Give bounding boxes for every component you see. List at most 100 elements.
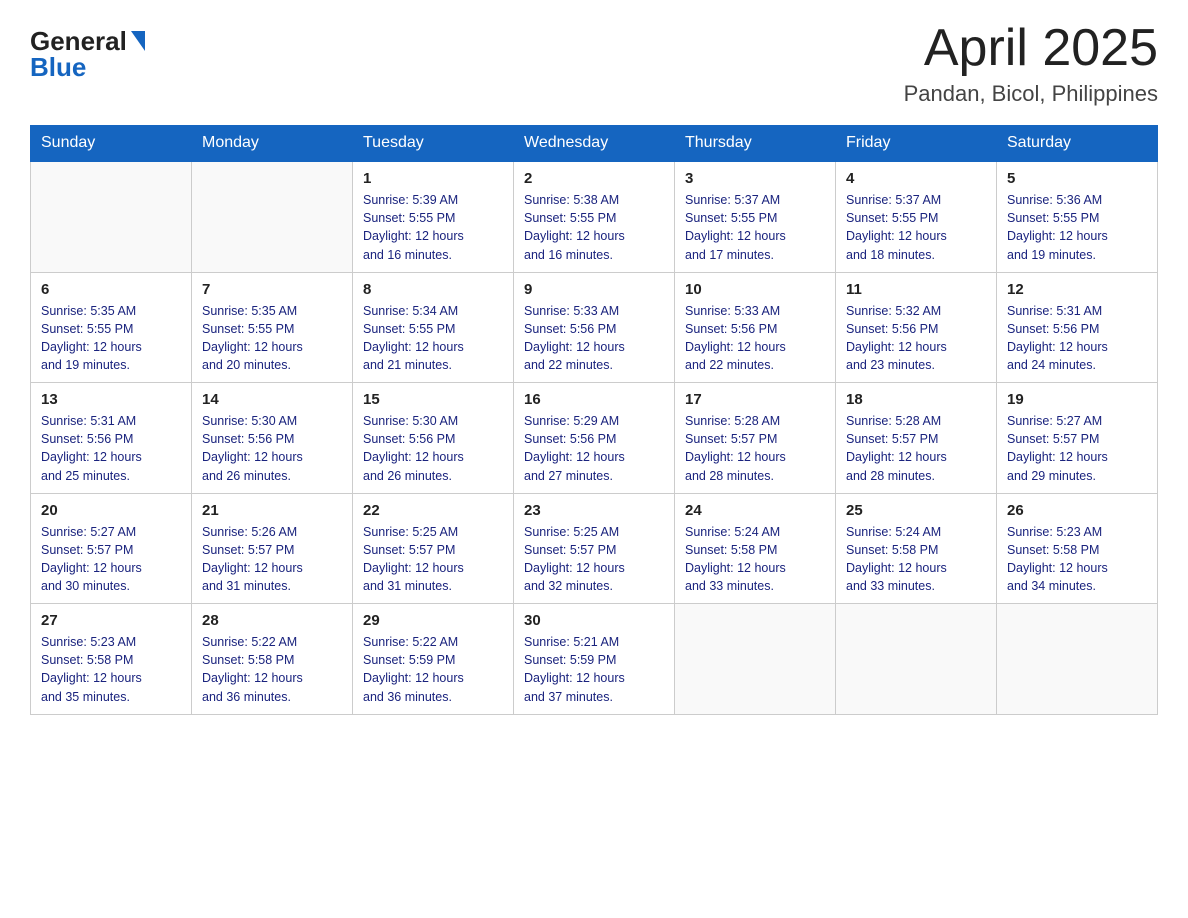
day-info: Sunrise: 5:27 AM Sunset: 5:57 PM Dayligh…: [41, 525, 142, 593]
calendar-cell: 1Sunrise: 5:39 AM Sunset: 5:55 PM Daylig…: [353, 161, 514, 272]
day-number: 16: [524, 391, 664, 408]
day-info: Sunrise: 5:29 AM Sunset: 5:56 PM Dayligh…: [524, 414, 625, 482]
calendar-cell: 10 Sunrise: 5:33 AM Sunset: 5:56 PM Dayli…: [675, 272, 836, 383]
day-info: Sunrise: 5:21 AM Sunset: 5:59 PM Dayligh…: [524, 635, 625, 703]
calendar-cell: 3 Sunrise: 5:37 AM Sunset: 5:55 PM Daylig…: [675, 161, 836, 272]
day-number: 28: [202, 612, 342, 629]
calendar-cell: 12 Sunrise: 5:31 AM Sunset: 5:56 PM Dayli…: [997, 272, 1158, 383]
calendar-cell: 17Sunrise: 5:28 AM Sunset: 5:57 PM Dayli…: [675, 383, 836, 494]
day-number: 20: [41, 502, 181, 519]
day-number: 9: [524, 281, 664, 298]
calendar-cell: 14Sunrise: 5:30 AM Sunset: 5:56 PM Dayli…: [192, 383, 353, 494]
day-info: Sunrise: 5:38 AM Sunset: 5:55 PM Dayligh…: [524, 193, 625, 261]
day-number: 3: [685, 170, 825, 187]
calendar-cell: [836, 604, 997, 715]
calendar-cell: 20 Sunrise: 5:27 AM Sunset: 5:57 PM Dayli…: [31, 493, 192, 604]
calendar-cell: 25 Sunrise: 5:24 AM Sunset: 5:58 PM Dayli…: [836, 493, 997, 604]
calendar-cell: 8 Sunrise: 5:34 AM Sunset: 5:55 PM Daylig…: [353, 272, 514, 383]
day-number: 27: [41, 612, 181, 629]
day-number: 7: [202, 281, 342, 298]
calendar-cell: 2 Sunrise: 5:38 AM Sunset: 5:55 PM Daylig…: [514, 161, 675, 272]
calendar-week-3: 13 Sunrise: 5:31 AM Sunset: 5:56 PM Dayli…: [31, 383, 1158, 494]
day-info: Sunrise: 5:22 AM Sunset: 5:59 PM Dayligh…: [363, 635, 464, 703]
calendar-cell: 7 Sunrise: 5:35 AM Sunset: 5:55 PM Daylig…: [192, 272, 353, 383]
day-number: 10: [685, 281, 825, 298]
day-info: Sunrise: 5:31 AM Sunset: 5:56 PM Dayligh…: [41, 414, 142, 482]
header-saturday: Saturday: [997, 126, 1158, 162]
calendar-cell: 9 Sunrise: 5:33 AM Sunset: 5:56 PM Daylig…: [514, 272, 675, 383]
calendar-cell: 6 Sunrise: 5:35 AM Sunset: 5:55 PM Daylig…: [31, 272, 192, 383]
calendar-table: SundayMondayTuesdayWednesdayThursdayFrid…: [30, 125, 1158, 715]
header-sunday: Sunday: [31, 126, 192, 162]
day-info: Sunrise: 5:25 AM Sunset: 5:57 PM Dayligh…: [363, 525, 464, 593]
day-info: Sunrise: 5:26 AM Sunset: 5:57 PM Dayligh…: [202, 525, 303, 593]
calendar-cell: 22 Sunrise: 5:25 AM Sunset: 5:57 PM Dayli…: [353, 493, 514, 604]
calendar-week-5: 27 Sunrise: 5:23 AM Sunset: 5:58 PM Dayli…: [31, 604, 1158, 715]
day-info: Sunrise: 5:22 AM Sunset: 5:58 PM Dayligh…: [202, 635, 303, 703]
day-info: Sunrise: 5:24 AM Sunset: 5:58 PM Dayligh…: [685, 525, 786, 593]
day-number: 14: [202, 391, 342, 408]
calendar-cell: [192, 161, 353, 272]
day-number: 2: [524, 170, 664, 187]
day-info: Sunrise: 5:27 AM Sunset: 5:57 PM Dayligh…: [1007, 414, 1108, 482]
day-number: 12: [1007, 281, 1147, 298]
day-info: Sunrise: 5:32 AM Sunset: 5:56 PM Dayligh…: [846, 304, 947, 372]
day-number: 21: [202, 502, 342, 519]
calendar-cell: 29Sunrise: 5:22 AM Sunset: 5:59 PM Dayli…: [353, 604, 514, 715]
header-friday: Friday: [836, 126, 997, 162]
logo-blue-text: Blue: [30, 54, 86, 80]
calendar-cell: [997, 604, 1158, 715]
logo-general-text: General: [30, 28, 127, 54]
day-number: 30: [524, 612, 664, 629]
calendar-week-2: 6 Sunrise: 5:35 AM Sunset: 5:55 PM Daylig…: [31, 272, 1158, 383]
day-info: Sunrise: 5:37 AM Sunset: 5:55 PM Dayligh…: [846, 193, 947, 261]
day-info: Sunrise: 5:33 AM Sunset: 5:56 PM Dayligh…: [524, 304, 625, 372]
header-wednesday: Wednesday: [514, 126, 675, 162]
calendar-cell: 28 Sunrise: 5:22 AM Sunset: 5:58 PM Dayli…: [192, 604, 353, 715]
header-thursday: Thursday: [675, 126, 836, 162]
calendar-cell: [675, 604, 836, 715]
day-info: Sunrise: 5:23 AM Sunset: 5:58 PM Dayligh…: [1007, 525, 1108, 593]
calendar-header-row: SundayMondayTuesdayWednesdayThursdayFrid…: [31, 126, 1158, 162]
day-info: Sunrise: 5:39 AM Sunset: 5:55 PM Dayligh…: [363, 193, 464, 261]
day-number: 6: [41, 281, 181, 298]
day-info: Sunrise: 5:28 AM Sunset: 5:57 PM Dayligh…: [685, 414, 786, 482]
header-monday: Monday: [192, 126, 353, 162]
day-number: 8: [363, 281, 503, 298]
day-number: 25: [846, 502, 986, 519]
day-number: 26: [1007, 502, 1147, 519]
day-number: 13: [41, 391, 181, 408]
calendar-cell: 19 Sunrise: 5:27 AM Sunset: 5:57 PM Dayli…: [997, 383, 1158, 494]
title-block: April 2025 Pandan, Bicol, Philippines: [904, 20, 1158, 107]
day-number: 4: [846, 170, 986, 187]
calendar-cell: 11Sunrise: 5:32 AM Sunset: 5:56 PM Dayli…: [836, 272, 997, 383]
day-info: Sunrise: 5:35 AM Sunset: 5:55 PM Dayligh…: [41, 304, 142, 372]
header-tuesday: Tuesday: [353, 126, 514, 162]
month-title: April 2025: [904, 20, 1158, 77]
day-info: Sunrise: 5:33 AM Sunset: 5:56 PM Dayligh…: [685, 304, 786, 372]
day-info: Sunrise: 5:28 AM Sunset: 5:57 PM Dayligh…: [846, 414, 947, 482]
day-info: Sunrise: 5:34 AM Sunset: 5:55 PM Dayligh…: [363, 304, 464, 372]
day-info: Sunrise: 5:25 AM Sunset: 5:57 PM Dayligh…: [524, 525, 625, 593]
calendar-cell: 24 Sunrise: 5:24 AM Sunset: 5:58 PM Dayli…: [675, 493, 836, 604]
calendar-cell: 5Sunrise: 5:36 AM Sunset: 5:55 PM Daylig…: [997, 161, 1158, 272]
calendar-week-1: 1Sunrise: 5:39 AM Sunset: 5:55 PM Daylig…: [31, 161, 1158, 272]
day-info: Sunrise: 5:24 AM Sunset: 5:58 PM Dayligh…: [846, 525, 947, 593]
logo: General Blue: [30, 28, 145, 80]
calendar-cell: [31, 161, 192, 272]
calendar-cell: 26 Sunrise: 5:23 AM Sunset: 5:58 PM Dayli…: [997, 493, 1158, 604]
day-info: Sunrise: 5:23 AM Sunset: 5:58 PM Dayligh…: [41, 635, 142, 703]
day-info: Sunrise: 5:37 AM Sunset: 5:55 PM Dayligh…: [685, 193, 786, 261]
day-number: 19: [1007, 391, 1147, 408]
location-title: Pandan, Bicol, Philippines: [904, 81, 1158, 107]
calendar-cell: 18Sunrise: 5:28 AM Sunset: 5:57 PM Dayli…: [836, 383, 997, 494]
calendar-cell: 4 Sunrise: 5:37 AM Sunset: 5:55 PM Daylig…: [836, 161, 997, 272]
calendar-cell: 15Sunrise: 5:30 AM Sunset: 5:56 PM Dayli…: [353, 383, 514, 494]
day-info: Sunrise: 5:35 AM Sunset: 5:55 PM Dayligh…: [202, 304, 303, 372]
day-number: 24: [685, 502, 825, 519]
day-number: 22: [363, 502, 503, 519]
day-info: Sunrise: 5:31 AM Sunset: 5:56 PM Dayligh…: [1007, 304, 1108, 372]
calendar-cell: 27 Sunrise: 5:23 AM Sunset: 5:58 PM Dayli…: [31, 604, 192, 715]
calendar-cell: 16 Sunrise: 5:29 AM Sunset: 5:56 PM Dayli…: [514, 383, 675, 494]
day-info: Sunrise: 5:30 AM Sunset: 5:56 PM Dayligh…: [363, 414, 464, 482]
